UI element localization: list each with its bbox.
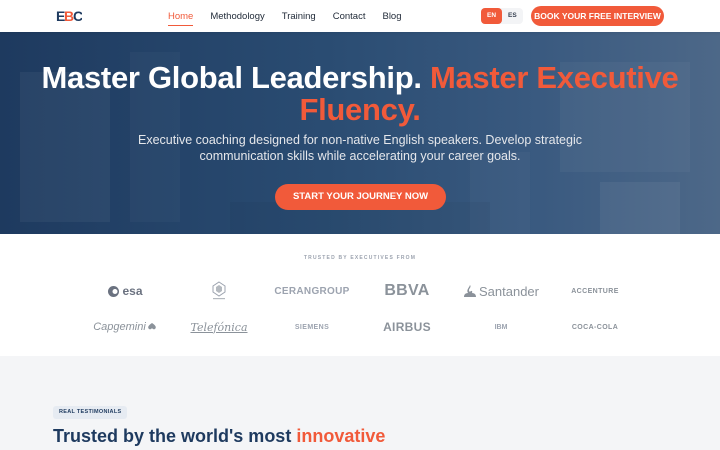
capgemini-logo-text: Capgemini <box>93 321 146 333</box>
testimonials-section: REAL TESTIMONIALS Trusted by the world's… <box>0 356 720 450</box>
accenture-logo: ACCENTURE <box>545 281 645 301</box>
top-navbar: E B C Home Methodology Training Contact … <box>0 0 720 32</box>
lang-es-button[interactable]: ES <box>502 8 523 24</box>
coca-cola-logo-text: COCA-COLA <box>571 323 619 331</box>
capgemini-spade-icon <box>147 323 156 330</box>
ibm-logo: IBM <box>451 317 551 337</box>
nav-link-training[interactable]: Training <box>282 11 316 22</box>
bbva-logo: BBVA <box>357 281 457 301</box>
santander-logo-text: Santander <box>479 283 539 299</box>
capgemini-logo: Capgemini <box>75 317 175 337</box>
santander-flame-icon <box>464 285 476 297</box>
nav-link-contact[interactable]: Contact <box>333 11 366 22</box>
testimonials-title-main: Trusted by the world's most <box>53 426 292 446</box>
hero-title: Master Global Leadership. Master Executi… <box>0 62 720 126</box>
ceran-logo-text: CERAN <box>274 285 312 297</box>
siemens-logo-text: SIEMENS <box>294 323 330 331</box>
svg-text:C: C <box>73 8 82 24</box>
accenture-logo-text: ACCENTURE <box>571 287 619 295</box>
telefonica-logo-text: Telefónica <box>190 320 248 334</box>
language-switcher: EN ES <box>481 8 523 24</box>
siemens-logo: SIEMENS <box>262 317 362 337</box>
crest-icon <box>212 281 226 300</box>
santander-logo: Santander <box>451 281 551 301</box>
nav-link-methodology[interactable]: Methodology <box>210 11 264 22</box>
esa-logo: esa <box>75 281 175 301</box>
testimonials-title-accent: innovative <box>296 426 386 446</box>
esa-logo-text: esa <box>122 284 143 298</box>
ceran-group-tag: GROUP <box>311 285 350 297</box>
coca-cola-logo: COCA-COLA <box>545 317 645 337</box>
ceran-logo: CERAN GROUP <box>262 281 362 301</box>
book-interview-button[interactable]: BOOK YOUR FREE INTERVIEW <box>531 6 664 26</box>
trusted-by-section: TRUSTED BY EXECUTIVES FROM esa CERAN GRO… <box>0 234 720 356</box>
airbus-logo: AIRBUS <box>357 317 457 337</box>
start-journey-button[interactable]: START YOUR JOURNEY NOW <box>275 184 446 210</box>
ebc-logo[interactable]: E B C <box>56 8 82 24</box>
esa-mark-icon <box>108 285 120 297</box>
testimonials-title: Trusted by the world's most innovative <box>53 426 385 447</box>
telefonica-logo: Telefónica <box>169 317 269 337</box>
lang-en-button[interactable]: EN <box>481 8 503 24</box>
testimonials-badge: REAL TESTIMONIALS <box>53 406 128 419</box>
hero-subtitle: Executive coaching designed for non-nati… <box>137 133 582 163</box>
bbva-logo-text: BBVA <box>384 282 430 299</box>
nav-link-blog[interactable]: Blog <box>382 11 401 22</box>
crest-logo <box>169 281 269 301</box>
airbus-logo-text: AIRBUS <box>383 320 431 334</box>
nav-links: Home Methodology Training Contact Blog <box>168 0 419 32</box>
trusted-label: TRUSTED BY EXECUTIVES FROM <box>303 255 417 261</box>
ibm-logo-text: IBM <box>494 323 508 331</box>
hero-title-main: Master Global Leadership. <box>41 60 422 95</box>
hero-section: Master Global Leadership. Master Executi… <box>0 32 720 234</box>
nav-link-home[interactable]: Home <box>168 11 194 26</box>
